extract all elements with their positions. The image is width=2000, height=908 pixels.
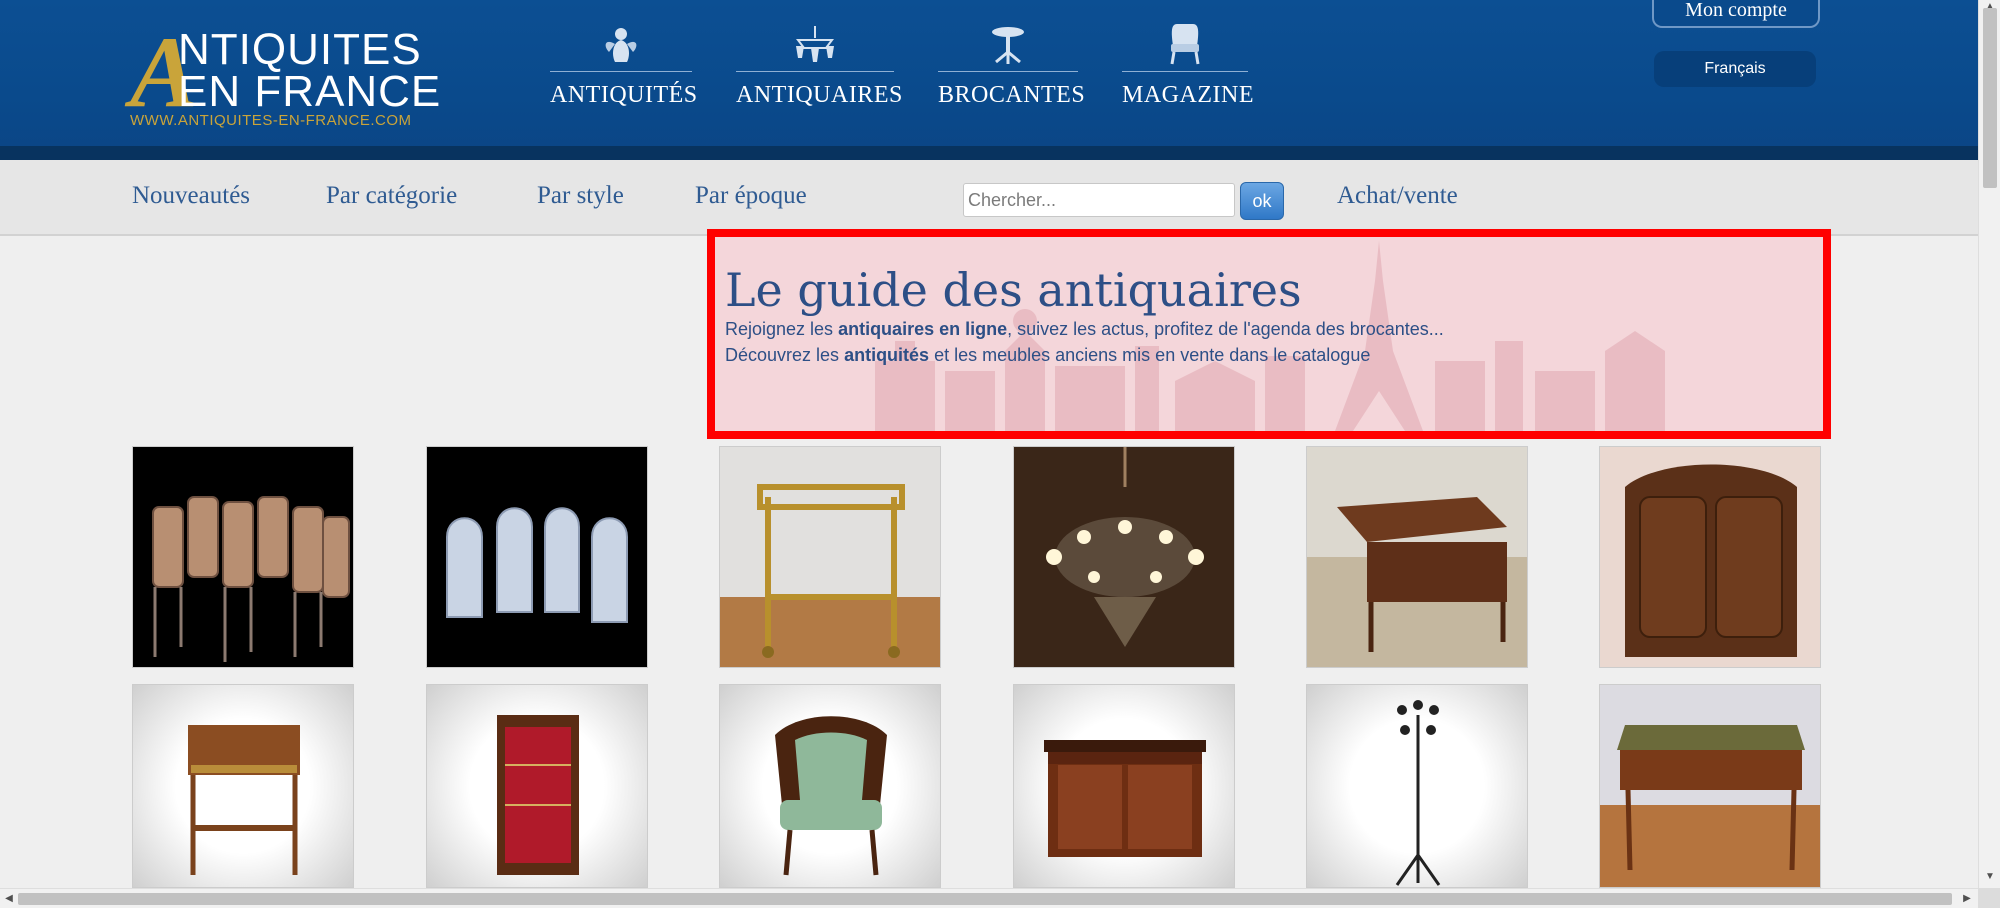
bergere-chair-image: [775, 716, 887, 876]
subnav-item-par-categorie[interactable]: Par catégorie: [326, 182, 457, 210]
logo-line-2: EN FRANCE: [178, 67, 442, 116]
banner-text-line-1: Rejoignez les antiquaires en ligne, suiv…: [725, 319, 1444, 340]
chandelier-icon: [736, 22, 894, 66]
horizontal-scrollbar[interactable]: ◀ ▶: [0, 888, 1978, 908]
product-tile[interactable]: [1306, 684, 1528, 888]
nav-label: ANTIQUITÉS: [550, 82, 698, 108]
horizontal-scroll-thumb[interactable]: [18, 893, 1952, 905]
subnav-item-nouveautes[interactable]: Nouveautés: [132, 182, 250, 210]
product-tile[interactable]: [719, 446, 941, 668]
banner-text: Rejoignez les: [725, 319, 839, 339]
nav-divider: [736, 71, 894, 72]
product-tile[interactable]: [1599, 446, 1821, 668]
product-tile[interactable]: [1013, 684, 1235, 888]
nav-label: ANTIQUAIRES: [736, 82, 903, 108]
product-tile[interactable]: [426, 446, 648, 668]
subnav-item-achat-vente[interactable]: Achat/vente: [1337, 182, 1458, 210]
nav-divider: [1122, 71, 1248, 72]
antiquites-link[interactable]: antiquités: [844, 345, 929, 365]
header-bottom-band: [0, 146, 1978, 160]
product-tile[interactable]: [719, 684, 941, 888]
subnav-item-par-epoque[interactable]: Par époque: [695, 182, 807, 210]
banner-text: Découvrez les: [725, 345, 845, 365]
nav-item-antiquaires[interactable]: ANTIQUAIRES: [736, 22, 903, 112]
product-tile[interactable]: [1013, 446, 1235, 668]
product-tile[interactable]: [1306, 446, 1528, 668]
side-table-image: [188, 725, 300, 875]
guide-banner: Le guide des antiquaires Rejoignez les a…: [707, 229, 1831, 439]
banner-text-line-2: Découvrez les antiquités et les meubles …: [725, 345, 1370, 366]
product-tile[interactable]: [132, 446, 354, 668]
cherub-icon: [550, 22, 692, 66]
scroll-left-arrow-icon[interactable]: ◀: [2, 892, 16, 906]
logo-url: WWW.ANTIQUITES-EN-FRANCE.COM: [130, 112, 412, 129]
armchair-icon: [1122, 22, 1248, 66]
antiquaires-en-ligne-link[interactable]: antiquaires en ligne: [838, 319, 1007, 339]
coat-stand-image: [1395, 700, 1441, 886]
scroll-down-arrow-icon[interactable]: ▼: [1983, 870, 1997, 884]
bureau-plat-image: [1600, 685, 1820, 887]
secondary-nav: Nouveautés Par catégorie Par style Par é…: [0, 160, 1978, 236]
dining-chairs-set-image: [152, 496, 350, 662]
nav-label: BROCANTES: [938, 82, 1086, 108]
crystal-chandelier-image: [1014, 447, 1234, 667]
nav-item-magazine[interactable]: MAGAZINE: [1122, 22, 1254, 112]
writing-desk-image: [1307, 447, 1527, 667]
nav-divider: [550, 71, 692, 72]
scrollbar-corner: [1978, 888, 2000, 908]
banner-text: et les meubles anciens mis en vente dans…: [929, 345, 1371, 365]
nav-item-antiquites[interactable]: ANTIQUITÉS: [550, 22, 698, 112]
search-input[interactable]: [963, 183, 1235, 217]
search-button[interactable]: ok: [1240, 182, 1284, 220]
display-cabinet-image: [497, 715, 579, 875]
banner-title: Le guide des antiquaires: [725, 263, 1302, 317]
banner-text: , suivez les actus, profitez de l'agenda…: [1007, 319, 1444, 339]
nav-label: MAGAZINE: [1122, 82, 1254, 108]
nav-divider: [938, 71, 1078, 72]
product-tile[interactable]: [132, 684, 354, 888]
account-button[interactable]: Mon compte: [1652, 0, 1820, 28]
wicker-armchairs-image: [446, 507, 628, 623]
scroll-right-arrow-icon[interactable]: ▶: [1960, 892, 1974, 906]
product-tile[interactable]: [426, 684, 648, 888]
site-logo[interactable]: A NTIQUITES EN FRANCE WWW.ANTIQUITES-EN-…: [130, 22, 450, 134]
product-tile[interactable]: [1599, 684, 1821, 888]
subnav-item-par-style[interactable]: Par style: [537, 182, 624, 210]
language-selector[interactable]: Français: [1654, 51, 1816, 87]
pedestal-table-icon: [938, 22, 1078, 66]
nav-item-brocantes[interactable]: BROCANTES: [938, 22, 1086, 112]
vertical-scroll-thumb[interactable]: [1983, 8, 1997, 188]
gilt-serving-trolley-image: [720, 447, 940, 667]
carved-armoire-image: [1600, 447, 1820, 667]
logo-line-1: NTIQUITES: [178, 25, 422, 74]
site-header: A NTIQUITES EN FRANCE WWW.ANTIQUITES-EN-…: [0, 0, 1978, 160]
vertical-scrollbar[interactable]: ▲ ▼: [1978, 0, 2000, 888]
empire-sideboard-image: [1044, 740, 1206, 857]
